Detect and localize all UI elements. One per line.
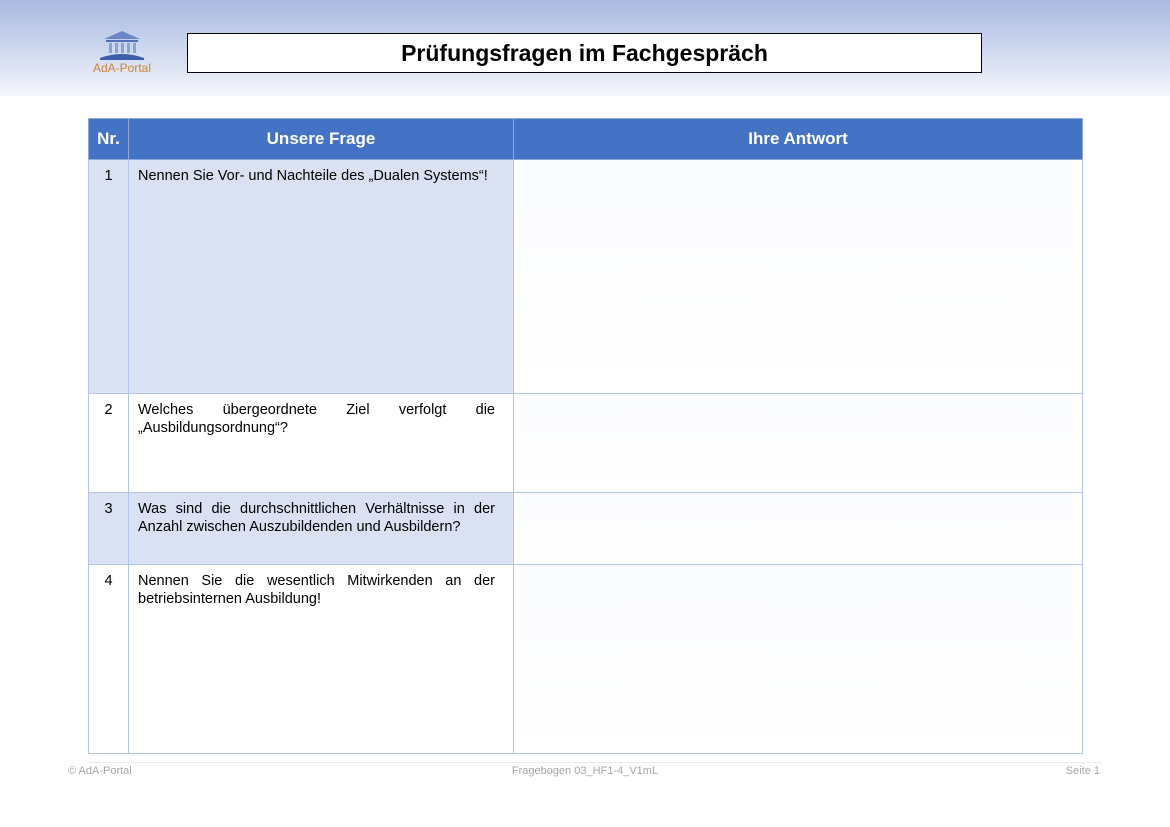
logo-text: AdA-Portal (92, 61, 152, 75)
question-text: Was sind die durchschnittlichen Verhältn… (128, 492, 514, 565)
question-text: Welches übergeordnete Ziel verfolgt die … (128, 393, 514, 493)
answer-text (520, 160, 1072, 393)
footer-divider (88, 762, 1102, 763)
column-header-answer: Ihre Antwort (513, 118, 1083, 160)
footer-document-id: Fragebogen 03_HF1-4_V1mL (511, 765, 659, 777)
temple-logo-icon (100, 31, 144, 60)
question-table: Nr. Unsere Frage Ihre Antwort 1 Nennen S… (88, 118, 1083, 754)
table-row: 2 Welches übergeordnete Ziel verfolgt di… (88, 393, 1083, 493)
answer-cell[interactable] (513, 159, 1083, 394)
logo: AdA-Portal (88, 30, 156, 76)
answer-text (520, 394, 1072, 492)
question-text: Nennen Sie Vor- und Nachteile des „Duale… (128, 159, 514, 394)
column-header-nr: Nr. (88, 118, 129, 160)
table-row: 1 Nennen Sie Vor- und Nachteile des „Dua… (88, 159, 1083, 394)
page-title: Prüfungsfragen im Fachgespräch (187, 33, 982, 73)
table-row: 4 Nennen Sie die wesentlich Mitwirkenden… (88, 564, 1083, 754)
footer-page-number: Seite 1 (1065, 765, 1100, 777)
answer-text (520, 565, 1072, 753)
row-number: 1 (88, 159, 129, 394)
question-text: Nennen Sie die wesentlich Mitwirkenden a… (128, 564, 514, 754)
column-header-question: Unsere Frage (128, 118, 514, 160)
answer-cell[interactable] (513, 564, 1083, 754)
table-row: 3 Was sind die durchschnittlichen Verhäl… (88, 492, 1083, 565)
answer-cell[interactable] (513, 492, 1083, 565)
row-number: 3 (88, 492, 129, 565)
answer-text (520, 493, 1072, 564)
answer-cell[interactable] (513, 393, 1083, 493)
document-page: AdA-Portal Prüfungsfragen im Fachgespräc… (0, 0, 1170, 827)
row-number: 2 (88, 393, 129, 493)
row-number: 4 (88, 564, 129, 754)
table-header-row: Nr. Unsere Frage Ihre Antwort (88, 118, 1083, 160)
